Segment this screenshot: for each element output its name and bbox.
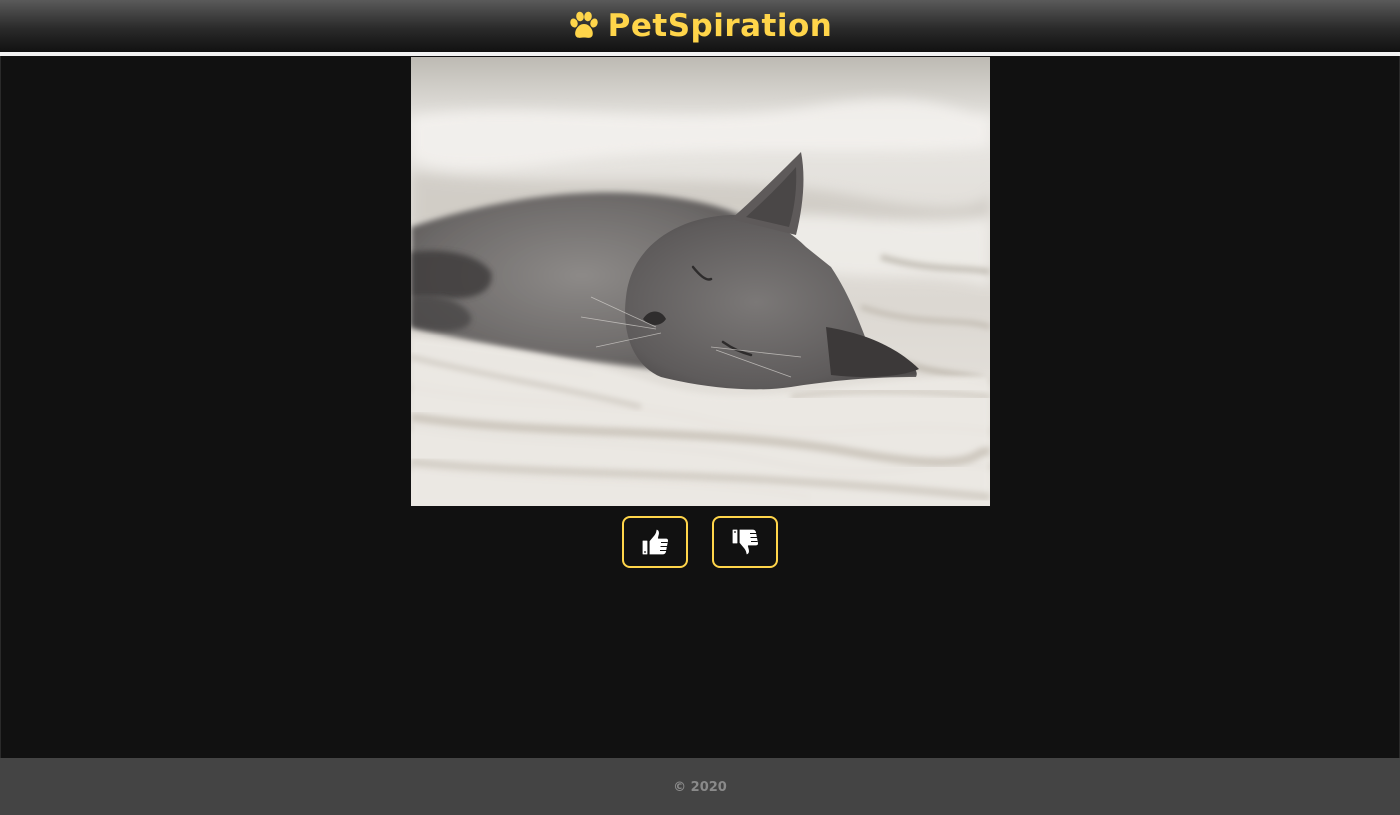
thumbs-up-icon (639, 526, 671, 558)
brand-name: PetSpiration (607, 7, 833, 44)
brand-logo[interactable]: PetSpiration (568, 7, 833, 44)
copyright-text: © 2020 (673, 779, 727, 795)
cat-photo (411, 57, 990, 506)
like-button[interactable] (622, 516, 688, 568)
dislike-button[interactable] (712, 516, 778, 568)
paw-icon (568, 11, 600, 41)
site-header: PetSpiration (0, 0, 1400, 52)
left-border (0, 56, 1, 758)
thumbs-down-icon (729, 526, 761, 558)
site-footer: © 2020 (0, 758, 1400, 815)
vote-controls (0, 516, 1400, 568)
app-page: PetSpiration © 2020 (0, 0, 1400, 815)
